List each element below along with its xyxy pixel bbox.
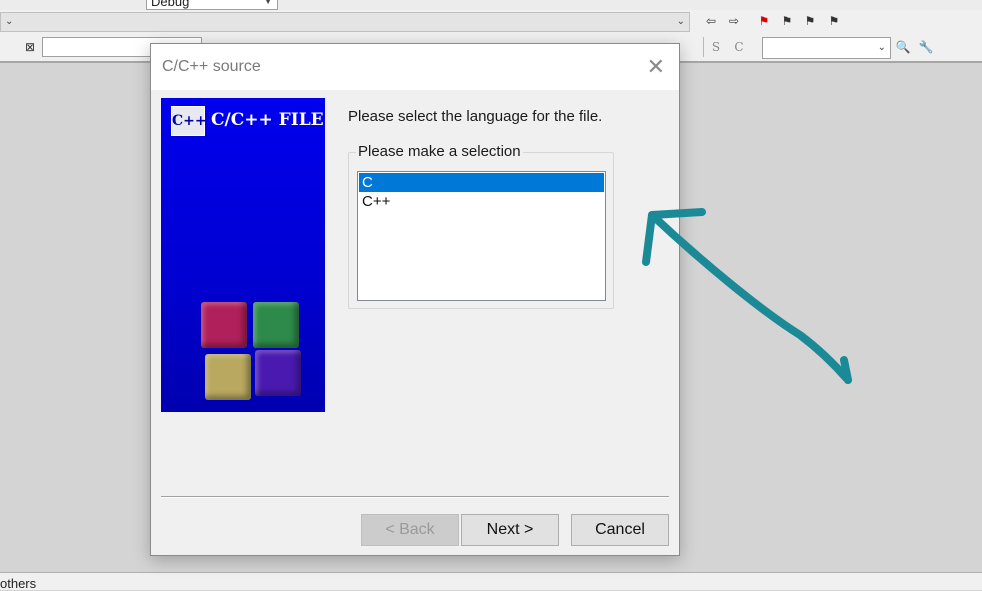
- wizard-banner: C++ C/C++ FILE: [161, 98, 325, 412]
- chevron-down-icon: ⌄: [877, 42, 886, 53]
- back-button[interactable]: < Back: [361, 514, 459, 546]
- bookmark-next-icon[interactable]: ⚑: [802, 13, 818, 29]
- green-cube-icon: [253, 302, 299, 348]
- bookmark-flag-icon[interactable]: ⚑: [756, 13, 772, 29]
- arrow-shaft: [648, 211, 852, 384]
- cancel-button[interactable]: Cancel: [571, 514, 669, 546]
- chevron-down-icon: ⌄: [676, 16, 685, 27]
- zoom-icon[interactable]: 🔍: [895, 39, 911, 55]
- tools-icon[interactable]: 🔧: [918, 39, 934, 55]
- bookmark-clear-icon[interactable]: ⚑: [826, 13, 842, 29]
- comment-icon[interactable]: C: [731, 39, 747, 55]
- dialog-title: C/C++ source: [162, 58, 261, 75]
- build-target-select[interactable]: Debug ▼: [146, 0, 278, 10]
- build-target-value: Debug: [151, 0, 190, 9]
- list-item-cpp[interactable]: C++: [359, 192, 604, 211]
- dialog-divider: [161, 496, 669, 498]
- red-cube-icon: [201, 302, 247, 348]
- yellow-cube-icon: [205, 354, 251, 400]
- dialog-titlebar[interactable]: C/C++ source ✕: [151, 44, 679, 90]
- chevron-down-icon: ⌄: [5, 16, 14, 27]
- scope-select[interactable]: ⌄ ⌄: [0, 12, 690, 32]
- statusbar: others: [0, 572, 982, 591]
- nav-forward-icon[interactable]: ⇨: [726, 13, 742, 29]
- cpp-file-logo: C++: [171, 106, 207, 136]
- language-prompt: Please select the language for the file.: [348, 108, 603, 125]
- toolbar-row-navigation: ⌄ ⌄ ⇦ ⇨ ⚑ ⚑ ⚑ ⚑: [0, 10, 982, 33]
- new-file-wizard-dialog: C/C++ source ✕ C++ C/C++ FILE Please sel…: [150, 43, 680, 556]
- select-icon[interactable]: S: [708, 39, 724, 55]
- language-listbox[interactable]: C C++: [357, 171, 606, 301]
- next-button[interactable]: Next >: [461, 514, 559, 546]
- clear-search-icon[interactable]: ⊠: [22, 39, 38, 55]
- banner-label: C/C++ FILE: [211, 110, 324, 130]
- arrow-tail-barb: [840, 356, 852, 384]
- nav-back-icon[interactable]: ⇦: [703, 13, 719, 29]
- purple-cube-icon: [255, 350, 301, 396]
- toolbar-separator: [703, 37, 704, 57]
- list-item-c[interactable]: C: [359, 173, 604, 192]
- bookmark-prev-icon[interactable]: ⚑: [779, 13, 795, 29]
- function-select[interactable]: ⌄: [762, 37, 891, 59]
- close-icon[interactable]: ✕: [647, 54, 665, 80]
- selection-group-label: Please make a selection: [356, 143, 523, 160]
